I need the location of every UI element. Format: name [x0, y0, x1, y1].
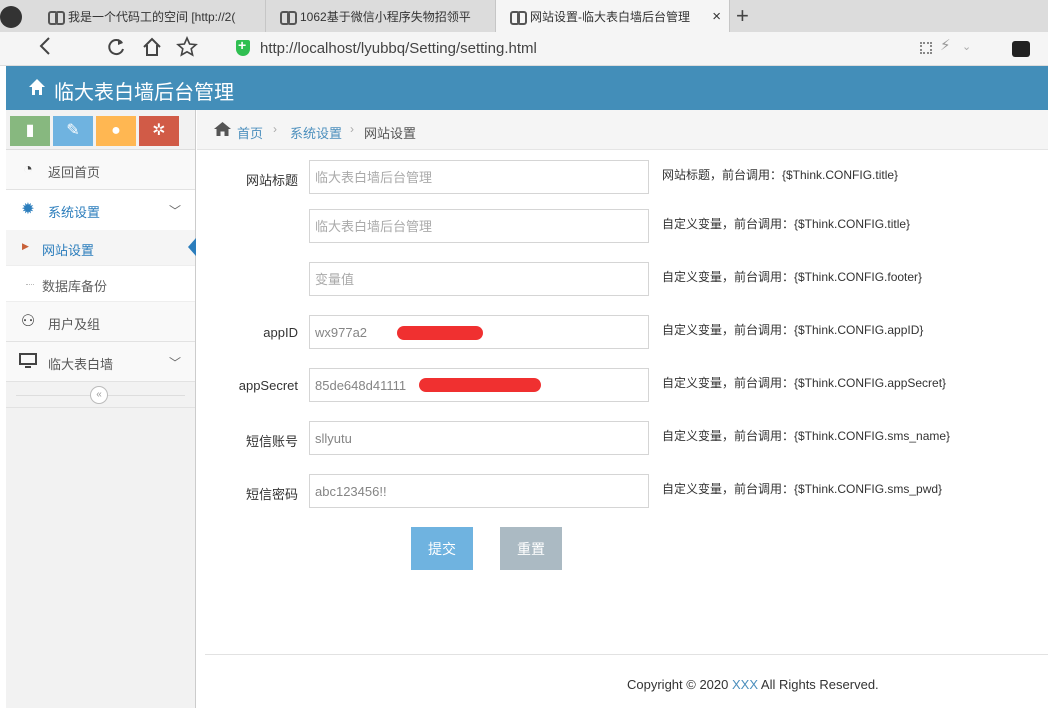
chevron-down-icon: ﹀ [168, 204, 181, 218]
breadcrumb-section-link[interactable]: 系统设置 [290, 123, 342, 142]
field-label: appSecret [238, 378, 298, 393]
sidebar: ▮ ✎ ● ✲ ◔ 返回首页 ✹ 系统设置 ﹀ ▶ 网站设置 数据库备份 ⚇ 用户及组… [6, 110, 196, 708]
app-header: 临大表白墙后台管理 [6, 66, 1048, 110]
reset-button[interactable]: 重置 [500, 527, 562, 570]
form-row-sms-pwd: 短信密码 自定义变量，前台调用：{$Think.CONFIG.sms_pwd} [197, 474, 1048, 508]
url-field[interactable]: http://localhost/lyubbq/Setting/setting.… [228, 36, 988, 62]
sidebar-subitem-db-backup[interactable]: 数据库备份 [6, 266, 195, 302]
field-label: 网站标题 [245, 173, 298, 188]
sidebar-item-home[interactable]: ◔ 返回首页 [6, 150, 195, 190]
browser-tab-active[interactable]: 网站设置-临大表白墙后台管理 × [496, 0, 730, 32]
sidebar-shortcuts: ▮ ✎ ● ✲ [6, 110, 195, 150]
form-row-sms-name: 短信账号 自定义变量，前台调用：{$Think.CONFIG.sms_name} [197, 421, 1048, 455]
sms-password-input[interactable] [309, 474, 649, 508]
site-title-input[interactable] [309, 160, 649, 194]
sidebar-collapse-bar: « [6, 382, 195, 408]
tab-favicon-icon [48, 11, 65, 25]
double-chevron-left-icon[interactable]: « [90, 386, 108, 404]
field-help-text: 自定义变量，前台调用：{$Think.CONFIG.appSecret} [662, 376, 947, 390]
field-help-text: 自定义变量，前台调用：{$Think.CONFIG.footer} [662, 270, 923, 284]
custom-title-input[interactable] [309, 209, 649, 243]
footer-divider [205, 654, 1048, 655]
dashboard-icon: ◔ [23, 161, 33, 178]
chevron-down-icon[interactable]: ⌄ [962, 40, 971, 53]
url-text: http://localhost/lyubbq/Setting/setting.… [260, 40, 537, 57]
sidebar-subitem-site-settings[interactable]: ▶ 网站设置 [6, 230, 196, 266]
sidebar-item-label: 返回首页 [48, 165, 101, 180]
redaction-mark [397, 326, 483, 340]
browser-tab-bar: 我是一个代码工的空间 [http://2( 1062基于微信小程序失物招领平 网… [0, 0, 1048, 32]
footer-input[interactable] [309, 262, 649, 296]
browser-tab[interactable]: 1062基于微信小程序失物招领平 [266, 0, 496, 32]
breadcrumb-current: 网站设置 [364, 126, 417, 141]
footer-suffix: All Rights Reserved. [758, 677, 879, 692]
sidebar-item-system-settings[interactable]: ✹ 系统设置 ﹀ [6, 190, 195, 230]
back-icon[interactable] [38, 36, 52, 62]
monitor-icon [18, 353, 38, 371]
sidebar-item-users-groups[interactable]: ⚇ 用户及组 [6, 302, 195, 342]
form-row-footer: 自定义变量，前台调用：{$Think.CONFIG.footer} [197, 262, 1048, 296]
security-shield-icon [236, 37, 250, 56]
caret-right-icon: ▶ [22, 241, 29, 251]
sidebar-item-confession-wall[interactable]: 临大表白墙 ﹀ [6, 342, 195, 382]
breadcrumb-separator-icon: › [273, 122, 277, 136]
address-bar: http://localhost/lyubbq/Setting/setting.… [0, 32, 1048, 66]
tab-favicon-icon [280, 11, 297, 25]
tab-favicon-icon [510, 11, 527, 25]
reload-icon[interactable] [106, 37, 126, 63]
breadcrumb: 首页 › 系统设置 › 网站设置 [197, 110, 1048, 150]
submit-button[interactable]: 提交 [411, 527, 473, 570]
field-help-text: 自定义变量，前台调用：{$Think.CONFIG.sms_name} [662, 429, 951, 443]
form-row-custom-title: 自定义变量，前台调用：{$Think.CONFIG.title} [197, 209, 1048, 243]
sidebar-subitem-label: 数据库备份 [42, 279, 108, 294]
sidebar-item-label: 系统设置 [48, 205, 101, 220]
field-help-text: 网站标题，前台调用：{$Think.CONFIG.title} [662, 168, 899, 182]
field-label: appID [263, 325, 298, 340]
pencil-icon[interactable]: ✎ [53, 116, 93, 146]
sidebar-subitem-label: 网站设置 [42, 243, 95, 258]
tab-title: 1062基于微信小程序失物招领平 [300, 9, 471, 24]
signal-icon[interactable]: ▮ [10, 116, 50, 146]
sms-account-input[interactable] [309, 421, 649, 455]
redaction-mark [419, 378, 541, 392]
field-label: 短信账号 [245, 434, 298, 449]
footer-copyright: Copyright © 2020 XXX All Rights Reserved… [627, 677, 879, 692]
tab-title: 我是一个代码工的空间 [http://2( [68, 9, 236, 24]
footer-prefix: Copyright © 2020 [627, 677, 732, 692]
tab-title: 网站设置-临大表白墙后台管理 [530, 9, 690, 24]
sidebar-item-label: 用户及组 [48, 317, 101, 332]
field-label: 短信密码 [245, 487, 298, 502]
tab-close-icon[interactable]: × [712, 8, 721, 25]
form-row-appsecret: appSecret 自定义变量，前台调用：{$Think.CONFIG.appS… [197, 368, 1048, 402]
chevron-down-icon: ﹀ [168, 356, 181, 370]
sidebar-item-label: 临大表白墙 [48, 357, 114, 372]
new-tab-button[interactable]: + [736, 3, 749, 29]
browser-tab[interactable]: 我是一个代码工的空间 [http://2( [34, 0, 266, 32]
home-icon [214, 122, 231, 136]
home-icon [28, 78, 46, 96]
users-icon[interactable]: ● [96, 116, 136, 146]
lightning-icon[interactable]: ⚡ [940, 36, 951, 54]
form-row-site-title: 网站标题 网站标题，前台调用：{$Think.CONFIG.title} [197, 160, 1048, 194]
field-help-text: 自定义变量，前台调用：{$Think.CONFIG.title} [662, 217, 911, 231]
browser-logo-icon [0, 6, 22, 28]
footer-brand-link[interactable]: XXX [732, 677, 758, 692]
gear-icon: ✹ [21, 201, 35, 218]
bookmark-star-icon[interactable] [176, 35, 198, 64]
home-icon[interactable] [142, 37, 162, 63]
cogs-icon[interactable]: ✲ [139, 116, 179, 146]
field-help-text: 自定义变量，前台调用：{$Think.CONFIG.appID} [662, 323, 924, 337]
field-help-text: 自定义变量，前台调用：{$Think.CONFIG.sms_pwd} [662, 482, 943, 496]
app-title[interactable]: 临大表白墙后台管理 [54, 76, 234, 105]
users-icon: ⚇ [20, 313, 36, 330]
breadcrumb-separator-icon: › [350, 122, 354, 136]
extension-icon[interactable] [1012, 41, 1030, 57]
tree-line-icon [26, 284, 34, 285]
breadcrumb-home-link[interactable]: 首页 [237, 123, 263, 142]
form-row-appid: appID 自定义变量，前台调用：{$Think.CONFIG.appID} [197, 315, 1048, 349]
qr-code-icon[interactable] [920, 42, 932, 54]
